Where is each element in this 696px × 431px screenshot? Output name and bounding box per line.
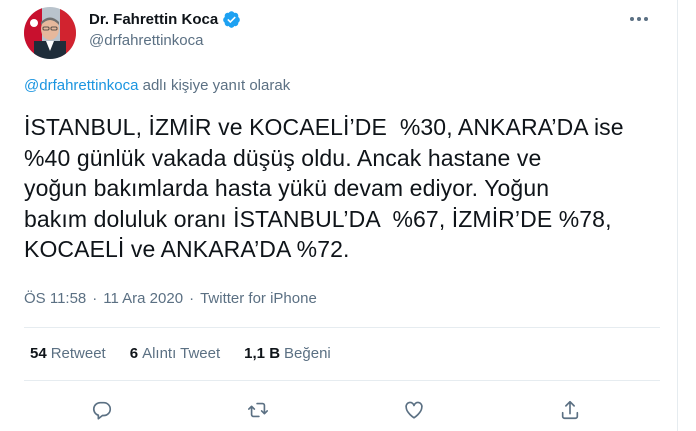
quote-count-link[interactable]: 6 Alıntı Tweet bbox=[130, 345, 220, 362]
like-button[interactable] bbox=[400, 396, 428, 424]
like-icon bbox=[405, 401, 423, 419]
author-handle[interactable]: @drfahrettinkoca bbox=[89, 32, 203, 49]
tweet-text: İSTANBUL, İZMİR ve KOCAELİ’DE %30, ANKAR… bbox=[24, 114, 624, 262]
avatar[interactable] bbox=[24, 7, 76, 59]
reply-icon bbox=[92, 401, 112, 420]
like-count: 1,1 B bbox=[244, 345, 281, 362]
more-options-icon[interactable] bbox=[627, 10, 651, 28]
retweet-icon bbox=[248, 402, 268, 418]
tweet-source[interactable]: Twitter for iPhone bbox=[200, 290, 317, 307]
reply-mention-link[interactable]: @drfahrettinkoca bbox=[24, 77, 138, 94]
tweet-stats: 54 Retweet 6 Alıntı Tweet 1,1 B Beğeni bbox=[30, 345, 355, 362]
quote-count: 6 bbox=[129, 345, 139, 362]
avatar-image bbox=[24, 7, 76, 59]
retweet-button[interactable] bbox=[244, 396, 272, 424]
reply-context-text: adlı kişiye yanıt olarak bbox=[138, 77, 291, 94]
author-name-row: Dr. Fahrettin Koca bbox=[89, 9, 241, 29]
retweet-count-link[interactable]: 54 Retweet bbox=[30, 345, 106, 362]
tweet-meta: ÖS 11:58 · 11 Ara 2020 · Twitter for iPh… bbox=[24, 290, 317, 307]
tweet-actions bbox=[0, 392, 678, 426]
reply-context: @drfahrettinkoca adlı kişiye yanıt olara… bbox=[24, 77, 290, 94]
share-icon bbox=[561, 400, 579, 420]
meta-separator: · bbox=[189, 290, 195, 307]
retweet-label: Retweet bbox=[50, 345, 106, 362]
divider bbox=[24, 380, 660, 381]
quote-label: Alıntı Tweet bbox=[142, 345, 221, 362]
tweet-time[interactable]: ÖS 11:58 bbox=[24, 290, 86, 307]
retweet-count: 54 bbox=[30, 345, 47, 362]
share-button[interactable] bbox=[556, 396, 584, 424]
divider bbox=[24, 327, 660, 328]
verified-badge-icon bbox=[222, 10, 241, 29]
reply-button[interactable] bbox=[88, 396, 116, 424]
tweet-detail: Dr. Fahrettin Koca @drfahrettinkoca @drf… bbox=[0, 0, 678, 431]
author-display-name[interactable]: Dr. Fahrettin Koca bbox=[89, 11, 218, 28]
like-label: Beğeni bbox=[284, 345, 331, 362]
tweet-date[interactable]: 11 Ara 2020 bbox=[103, 290, 183, 307]
like-count-link[interactable]: 1,1 B Beğeni bbox=[244, 345, 331, 362]
meta-separator: · bbox=[92, 290, 98, 307]
